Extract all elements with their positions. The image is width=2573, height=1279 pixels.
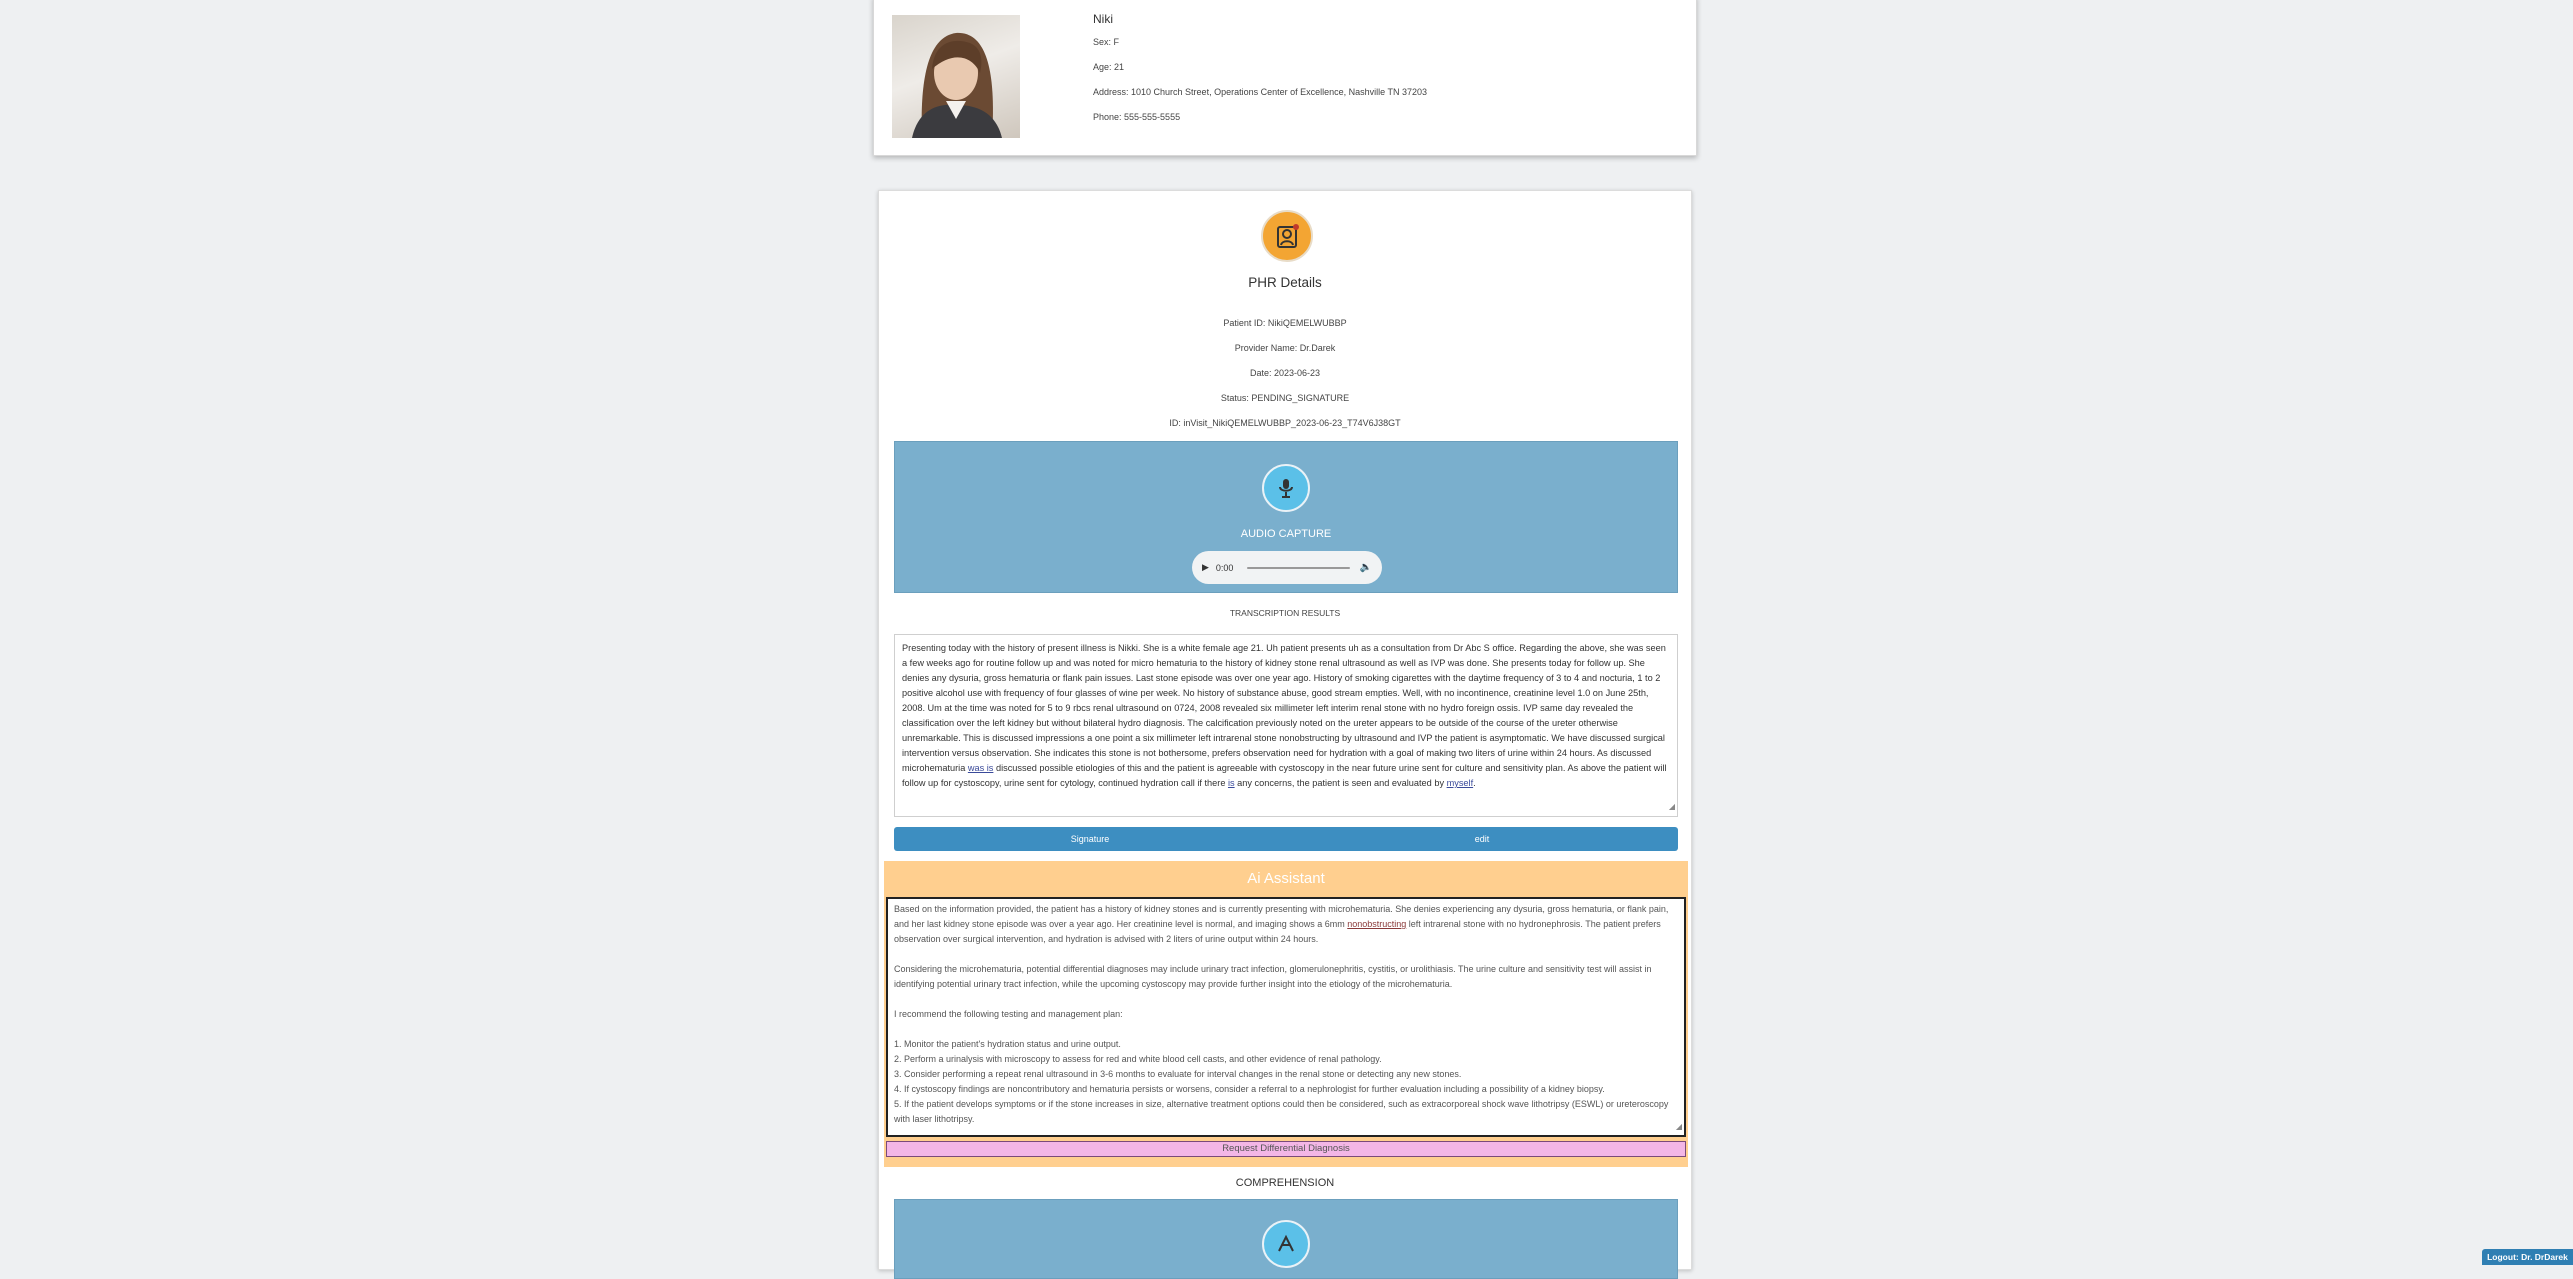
ai-plan-item: 2. Perform a urinalysis with microscopy … bbox=[894, 1054, 1382, 1064]
ai-assistant-textarea[interactable]: Based on the information provided, the p… bbox=[886, 897, 1686, 1137]
request-differential-diagnosis-button[interactable]: Request Differential Diagnosis bbox=[886, 1141, 1686, 1157]
transcription-text-part-d: . bbox=[1473, 778, 1476, 788]
phr-status: Status: PENDING_SIGNATURE bbox=[1220, 393, 1350, 403]
phr-title: PHR Details bbox=[1248, 275, 1322, 290]
comprehension-icon bbox=[1262, 1220, 1310, 1268]
audio-capture-panel: AUDIO CAPTURE ▶ 0:00 🔈 bbox=[894, 441, 1678, 593]
resize-handle-icon[interactable]: ◢ bbox=[1676, 1119, 1682, 1134]
audio-capture-title: AUDIO CAPTURE bbox=[1240, 528, 1332, 540]
transcription-textarea[interactable]: Presenting today with the history of pre… bbox=[894, 634, 1678, 817]
spelling-flag-was-is[interactable]: was is bbox=[968, 763, 994, 773]
ai-plan-item: 4. If cystoscopy findings are noncontrib… bbox=[894, 1084, 1605, 1094]
patient-name: Niki bbox=[1093, 12, 1113, 26]
phr-details-card: PHR Details Patient ID: NikiQEMELWUBBP P… bbox=[878, 190, 1692, 1279]
play-icon[interactable]: ▶ bbox=[1202, 562, 1209, 573]
phr-date: Date: 2023-06-23 bbox=[1249, 368, 1321, 378]
ai-assistant-title: Ai Assistant bbox=[1247, 870, 1325, 887]
patient-age: Age: 21 bbox=[1093, 62, 1125, 72]
phr-patient-id: Patient ID: NikiQEMELWUBBP bbox=[1223, 318, 1347, 328]
doctor-icon bbox=[1261, 210, 1313, 262]
ai-assistant-panel: Ai Assistant Based on the information pr… bbox=[884, 861, 1688, 1167]
patient-address: Address: 1010 Church Street, Operations … bbox=[1093, 87, 1428, 97]
ai-paragraph-3: I recommend the following testing and ma… bbox=[894, 1009, 1123, 1019]
transcription-title: TRANSCRIPTION RESULTS bbox=[1229, 608, 1341, 618]
audio-seek-bar[interactable] bbox=[1247, 566, 1350, 569]
microphone-icon bbox=[1262, 464, 1310, 512]
patient-sex: Sex: F bbox=[1093, 37, 1120, 47]
ai-paragraph-2: Considering the microhematuria, potentia… bbox=[894, 964, 1652, 989]
ai-plan-item: 1. Monitor the patient's hydration statu… bbox=[894, 1039, 1121, 1049]
volume-icon[interactable]: 🔈 bbox=[1360, 562, 1372, 573]
edit-button[interactable]: edit bbox=[1286, 827, 1678, 851]
transcription-text-part-c: any concerns, the patient is seen and ev… bbox=[1234, 778, 1447, 788]
resize-handle-icon[interactable]: ◢ bbox=[1669, 799, 1675, 814]
phr-visit-id: ID: inVisit_NikiQEMELWUBBP_2023-06-23_T7… bbox=[1169, 418, 1401, 428]
phr-provider-name: Provider Name: Dr.Darek bbox=[1234, 343, 1336, 353]
signature-button[interactable]: Signature bbox=[894, 827, 1286, 851]
audio-time: 0:00 bbox=[1215, 562, 1234, 573]
spelling-flag-myself[interactable]: myself bbox=[1447, 778, 1474, 788]
spelling-flag-nonobstructing[interactable]: nonobstructing bbox=[1347, 919, 1406, 929]
comprehension-panel bbox=[894, 1199, 1678, 1279]
transcription-text-part-a: Presenting today with the history of pre… bbox=[902, 643, 1666, 773]
ai-plan-item: 5. If the patient develops symptoms or i… bbox=[894, 1099, 1669, 1124]
logout-button[interactable]: Logout: Dr. DrDarek bbox=[2482, 1249, 2573, 1265]
spelling-flag-is[interactable]: is bbox=[1228, 778, 1235, 788]
patient-phone: Phone: 555-555-5555 bbox=[1093, 112, 1181, 122]
action-button-bar: Signature edit bbox=[894, 827, 1678, 851]
ai-paragraph-1: Based on the information provided, the p… bbox=[894, 904, 1669, 944]
ai-plan-item: 3. Consider performing a repeat renal ul… bbox=[894, 1069, 1462, 1079]
comprehension-title: COMPREHENSION bbox=[1235, 1177, 1335, 1189]
patient-card: Niki Sex: F Age: 21 Address: 1010 Church… bbox=[873, 0, 1697, 156]
patient-avatar bbox=[892, 15, 1020, 138]
audio-player[interactable]: ▶ 0:00 🔈 bbox=[1192, 551, 1382, 584]
